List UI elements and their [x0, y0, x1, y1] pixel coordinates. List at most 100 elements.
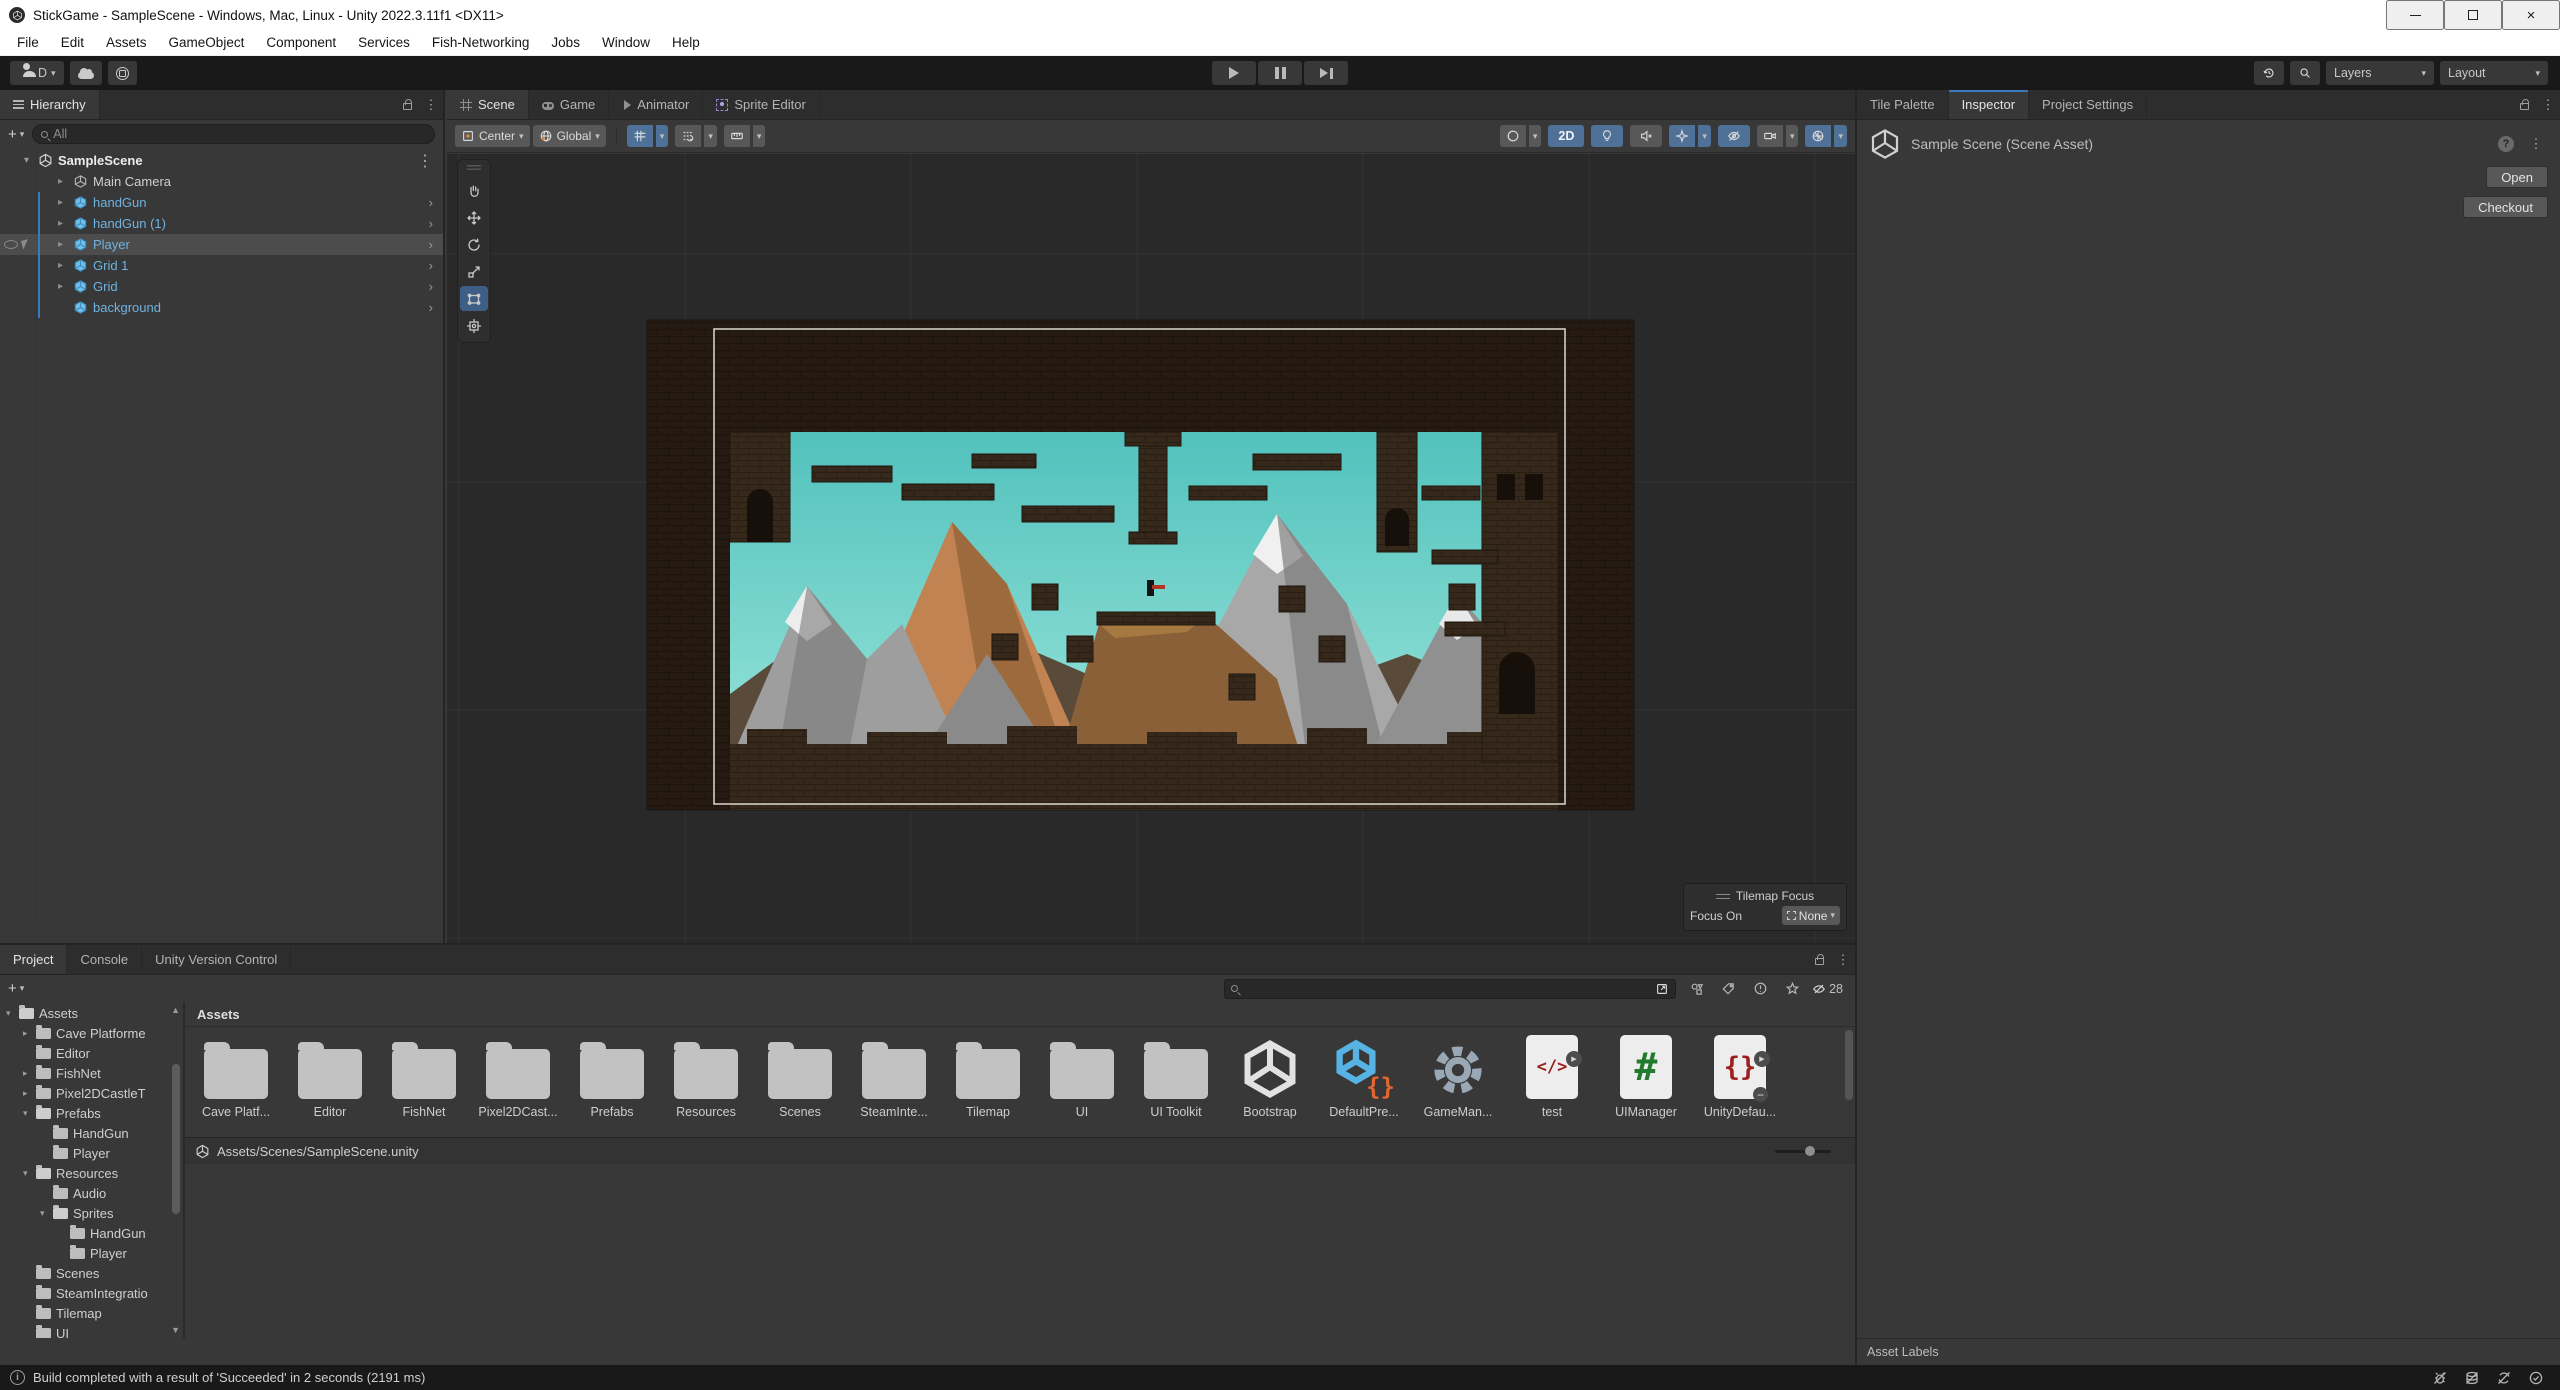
- prefab-chevron-icon[interactable]: ›: [429, 300, 433, 315]
- scene-view-tab[interactable]: Scene: [447, 90, 529, 119]
- hierarchy-search-input[interactable]: [53, 127, 426, 141]
- folder-tree-row[interactable]: FishNet: [0, 1063, 183, 1083]
- checkout-button[interactable]: Checkout: [2463, 196, 2548, 218]
- asset-item[interactable]: {} Bootstrap: [1223, 1035, 1317, 1119]
- auto-refresh-disabled-icon[interactable]: [2496, 1370, 2512, 1386]
- inspector-tab[interactable]: Tile Palette: [1857, 90, 1949, 119]
- folder-tree-row[interactable]: Sprites: [0, 1203, 183, 1223]
- camera-settings-dropdown[interactable]: ▾: [1786, 125, 1799, 147]
- foldout-icon[interactable]: ▸: [58, 239, 68, 250]
- snap-settings-button[interactable]: [675, 125, 701, 147]
- scene-view-tab[interactable]: Animator: [609, 90, 703, 119]
- inspector-tab[interactable]: Project Settings: [2029, 90, 2147, 119]
- foldout-icon[interactable]: [40, 1208, 52, 1219]
- scene-viewport[interactable]: Tilemap Focus Focus On None ▾: [447, 154, 1855, 943]
- folder-tree-row[interactable]: Scenes: [0, 1263, 183, 1283]
- foldout-icon[interactable]: [6, 1008, 18, 1019]
- folder-tree-row[interactable]: Tilemap: [0, 1303, 183, 1323]
- tool-handle-pivot-button[interactable]: Center▾: [455, 125, 530, 147]
- menu-item[interactable]: Jobs: [540, 30, 591, 56]
- panel-menu-icon[interactable]: ⋮: [2536, 90, 2560, 119]
- foldout-icon[interactable]: [23, 1028, 35, 1039]
- transform-tool-button[interactable]: [460, 313, 488, 338]
- close-button[interactable]: ×: [2502, 0, 2560, 30]
- scene-view-tab[interactable]: Game: [529, 90, 609, 119]
- prefab-chevron-icon[interactable]: ›: [429, 237, 433, 252]
- increment-snap-dropdown[interactable]: ▾: [753, 125, 766, 147]
- folder-tree-row[interactable]: Resources: [0, 1163, 183, 1183]
- open-button[interactable]: Open: [2486, 166, 2548, 188]
- create-asset-button[interactable]: + ▾: [8, 980, 24, 997]
- pickability-icon[interactable]: [21, 239, 30, 250]
- foldout-icon[interactable]: [23, 1088, 35, 1099]
- gizmos-button[interactable]: [1805, 125, 1831, 147]
- search-by-label-icon[interactable]: [1716, 978, 1740, 1000]
- lock-icon[interactable]: [2512, 90, 2536, 119]
- scene-options-icon[interactable]: ⋮: [417, 151, 433, 171]
- menu-item[interactable]: Window: [591, 30, 661, 56]
- undo-history-button[interactable]: [2254, 61, 2284, 85]
- thumbnail-zoom-slider[interactable]: [1775, 1150, 1831, 1153]
- scroll-up-arrow[interactable]: ▲: [171, 1005, 180, 1015]
- camera-settings-button[interactable]: [1757, 125, 1783, 147]
- menu-item[interactable]: Edit: [50, 30, 95, 56]
- menu-item[interactable]: Help: [661, 30, 711, 56]
- lock-icon[interactable]: [1807, 945, 1831, 974]
- project-tab[interactable]: Console: [67, 945, 142, 974]
- hierarchy-row[interactable]: ▸ handGun (1) ›: [0, 213, 443, 234]
- search-by-type-icon[interactable]: [1684, 978, 1708, 1000]
- asset-item[interactable]: {} SteamInte...: [847, 1035, 941, 1119]
- asset-item[interactable]: {} UnityDefau...: [1693, 1035, 1787, 1119]
- snap-settings-dropdown[interactable]: ▾: [704, 125, 717, 147]
- foldout-icon[interactable]: ▸: [58, 260, 68, 271]
- maximize-button[interactable]: [2444, 0, 2502, 30]
- menu-item[interactable]: Fish-Networking: [421, 30, 541, 56]
- folder-tree-row[interactable]: Cave Platforme: [0, 1023, 183, 1043]
- tab-hierarchy[interactable]: Hierarchy: [0, 90, 100, 119]
- foldout-icon[interactable]: ▸: [58, 176, 68, 187]
- hierarchy-row[interactable]: ▸ Grid 1 ›: [0, 255, 443, 276]
- menu-item[interactable]: GameObject: [158, 30, 256, 56]
- asset-item[interactable]: {} GameMan...: [1411, 1035, 1505, 1119]
- menu-item[interactable]: Services: [347, 30, 421, 56]
- grid-snapping-dropdown[interactable]: ▾: [656, 125, 669, 147]
- folder-tree-row[interactable]: Pixel2DCastleT: [0, 1083, 183, 1103]
- overlay-drag-handle[interactable]: [1716, 894, 1730, 899]
- asset-item[interactable]: {} Scenes: [753, 1035, 847, 1119]
- prefab-chevron-icon[interactable]: ›: [429, 195, 433, 210]
- minimize-button[interactable]: [2386, 0, 2444, 30]
- prefab-chevron-icon[interactable]: ›: [429, 216, 433, 231]
- folder-tree-row[interactable]: Audio: [0, 1183, 183, 1203]
- folder-tree-row[interactable]: HandGun: [0, 1123, 183, 1143]
- foldout-icon[interactable]: [23, 1108, 35, 1119]
- folder-tree-row[interactable]: Prefabs: [0, 1103, 183, 1123]
- cloud-button[interactable]: [70, 61, 102, 85]
- add-gameobject-button[interactable]: + ▾: [8, 126, 24, 143]
- hidden-objects-button[interactable]: [1718, 125, 1750, 147]
- pause-button[interactable]: [1258, 61, 1302, 85]
- 2d-mode-button[interactable]: 2D: [1548, 125, 1584, 147]
- rotate-tool-button[interactable]: [460, 232, 488, 257]
- folder-tree-row[interactable]: HandGun: [0, 1223, 183, 1243]
- alert-filter-icon[interactable]: [1748, 978, 1772, 1000]
- effects-button[interactable]: [1669, 125, 1695, 147]
- breadcrumb[interactable]: Assets/Scenes/SampleScene.unity: [185, 1137, 1855, 1164]
- asset-item[interactable]: {} DefaultPre...: [1317, 1035, 1411, 1119]
- overlay-grip-icon[interactable]: [467, 165, 481, 173]
- hierarchy-row[interactable]: ▸ handGun ›: [0, 192, 443, 213]
- menu-item[interactable]: File: [6, 30, 50, 56]
- layout-dropdown[interactable]: Layout▾: [2440, 61, 2548, 85]
- foldout-icon[interactable]: ▸: [58, 281, 68, 292]
- draw-mode-dropdown[interactable]: ▾: [1529, 125, 1542, 147]
- increment-snap-button[interactable]: [724, 125, 750, 147]
- audio-mute-button[interactable]: [1630, 125, 1662, 147]
- scene-view-tab[interactable]: Sprite Editor: [703, 90, 820, 119]
- asset-item[interactable]: {} UI Toolkit: [1129, 1035, 1223, 1119]
- prefab-chevron-icon[interactable]: ›: [429, 279, 433, 294]
- panel-menu-icon[interactable]: ⋮: [1831, 945, 1855, 974]
- asset-item[interactable]: {} test: [1505, 1035, 1599, 1119]
- hierarchy-row[interactable]: ▸ Player ›: [0, 234, 443, 255]
- foldout-icon[interactable]: ▸: [58, 218, 68, 229]
- scene-lighting-button[interactable]: [1591, 125, 1623, 147]
- asset-item[interactable]: {} UI: [1035, 1035, 1129, 1119]
